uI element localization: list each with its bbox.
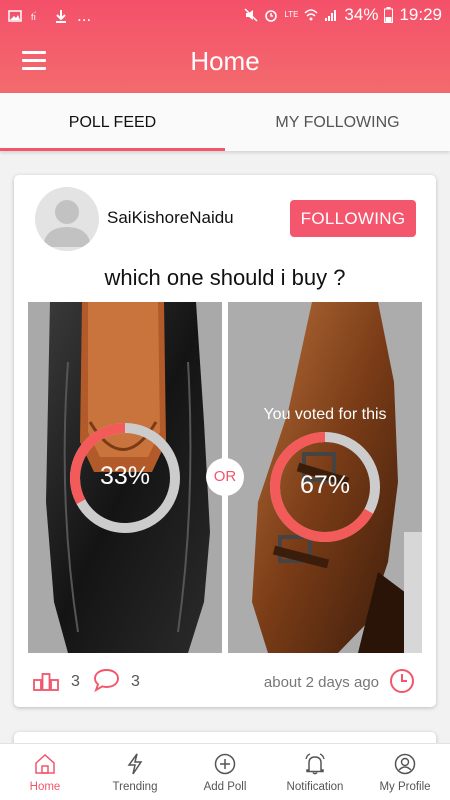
network-type: LTE <box>284 10 299 19</box>
nav-my-profile[interactable]: My Profile <box>360 744 450 800</box>
poll-question: which one should i buy ? <box>104 265 346 290</box>
active-tab-indicator <box>0 148 225 151</box>
nav-home[interactable]: Home <box>0 744 90 800</box>
poll-option-2[interactable]: You voted for this 67% <box>228 302 422 653</box>
add-poll-icon <box>214 753 236 775</box>
mute-icon <box>244 8 258 22</box>
nav-add-poll[interactable]: Add Poll <box>180 744 270 800</box>
profile-icon <box>394 753 416 775</box>
comment-icon[interactable] <box>93 668 120 692</box>
download-icon <box>56 10 66 23</box>
notification-icon <box>305 753 325 775</box>
nav-my-profile-label: My Profile <box>379 781 431 793</box>
bottom-navigation: Home Trending Add Poll Notification My P… <box>0 743 450 800</box>
nav-trending-label: Trending <box>112 781 158 793</box>
poll-timestamp: about 2 days ago <box>263 674 379 691</box>
clock-icon[interactable] <box>389 668 415 694</box>
tab-my-following[interactable]: MY FOLLOWING <box>225 93 450 151</box>
poll-stats-row: 3 3 about 2 days ago <box>14 665 436 697</box>
wifi-icon <box>304 9 318 21</box>
app-header: fı́ ... LTE 34% 19:29 Home <box>0 0 450 93</box>
status-more: ... <box>77 6 92 25</box>
user-placeholder-icon <box>43 200 91 247</box>
avatar[interactable] <box>35 187 99 251</box>
trending-icon <box>127 753 143 775</box>
tab-poll-feed[interactable]: POLL FEED <box>0 93 225 151</box>
nav-home-label: Home <box>29 781 61 793</box>
poll-author-name[interactable]: SaiKishoreNaidu <box>107 208 234 228</box>
nav-add-poll-label: Add Poll <box>203 781 247 793</box>
battery-icon <box>384 7 394 23</box>
battery-percent: 34% <box>344 5 379 24</box>
feed-tabs: POLL FEED MY FOLLOWING <box>0 93 450 151</box>
poll-option-1[interactable]: 33% <box>28 302 222 653</box>
option-2-percentage: 67% <box>299 471 351 499</box>
status-bar: fı́ ... LTE 34% 19:29 <box>0 0 450 32</box>
signal-icon <box>325 10 337 21</box>
nav-notification-label: Notification <box>286 781 344 793</box>
following-button[interactable]: FOLLOWING <box>290 200 416 237</box>
home-icon <box>35 753 55 774</box>
nav-notification[interactable]: Notification <box>270 744 360 800</box>
clock: 19:29 <box>399 5 442 24</box>
svg-text:fı́: fı́ <box>31 11 36 22</box>
voted-label: You voted for this <box>263 406 387 423</box>
page-title: Home <box>190 46 260 76</box>
gallery-notification-icon <box>8 10 22 22</box>
or-divider: OR <box>206 458 244 496</box>
nav-trending[interactable]: Trending <box>90 744 180 800</box>
votes-icon[interactable] <box>33 671 59 691</box>
app-bar: Home <box>0 32 450 93</box>
comments-count: 3 <box>131 673 140 690</box>
alarm-icon <box>265 10 278 22</box>
votes-count: 3 <box>71 673 80 690</box>
option-1-percentage: 33% <box>99 462 151 490</box>
app-notification-icon: fı́ <box>31 11 36 22</box>
poll-card: SaiKishoreNaidu FOLLOWING which one shou… <box>14 175 436 707</box>
